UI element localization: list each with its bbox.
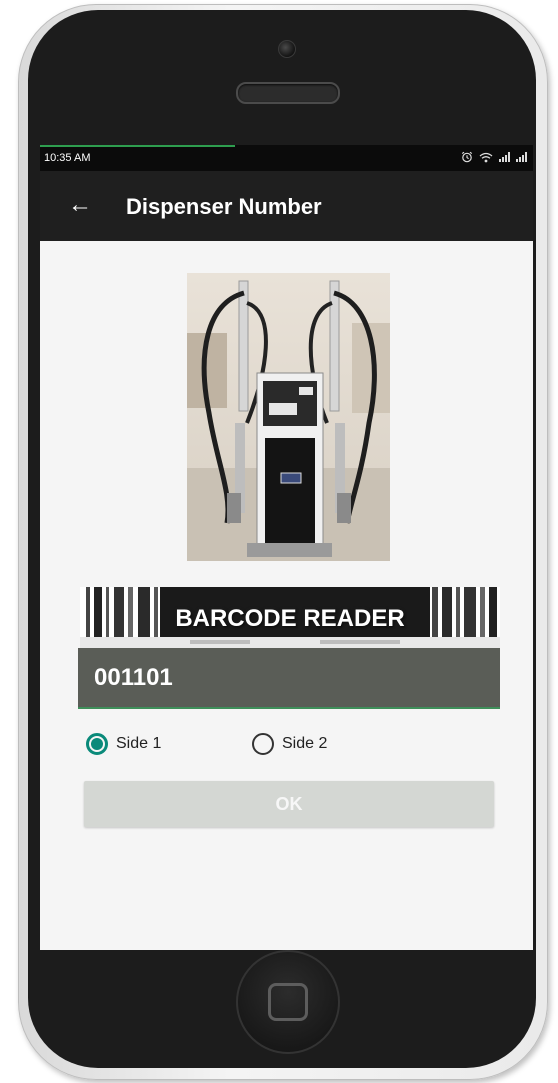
alarm-icon xyxy=(461,151,473,163)
app-bar: ← Dispenser Number xyxy=(40,171,533,241)
barcode-reader-label: BARCODE READER xyxy=(175,605,405,632)
side-1-radio-option[interactable]: Side 1 xyxy=(86,730,161,758)
input-underline xyxy=(78,707,500,709)
wifi-icon xyxy=(479,152,493,162)
camera-icon xyxy=(278,40,296,58)
radio-unchecked-icon[interactable] xyxy=(252,733,274,755)
home-button[interactable] xyxy=(236,950,340,1054)
signal-icon xyxy=(499,152,510,162)
side-2-label: Side 2 xyxy=(282,735,328,752)
home-square-icon xyxy=(268,983,308,1021)
page-title: Dispenser Number xyxy=(126,194,322,219)
dispenser-number-input[interactable] xyxy=(78,648,500,708)
status-progress-indicator xyxy=(40,145,235,147)
signal-icon xyxy=(516,152,527,162)
side-1-label: Side 1 xyxy=(116,735,162,752)
speaker-grille xyxy=(236,82,340,104)
phone-screen: 10:35 AM ← Dispenser Number BARCODE READ… xyxy=(40,145,533,950)
back-arrow-icon[interactable]: ← xyxy=(66,191,94,219)
status-icons xyxy=(461,151,527,163)
ok-button[interactable]: OK xyxy=(84,781,494,827)
status-bar: 10:35 AM xyxy=(40,145,533,171)
radio-checked-icon[interactable] xyxy=(86,733,108,755)
status-time: 10:35 AM xyxy=(44,152,91,164)
dispenser-image xyxy=(187,273,390,561)
barcode-reader-button[interactable]: BARCODE READER xyxy=(80,587,500,649)
side-2-radio-option[interactable]: Side 2 xyxy=(252,730,327,758)
